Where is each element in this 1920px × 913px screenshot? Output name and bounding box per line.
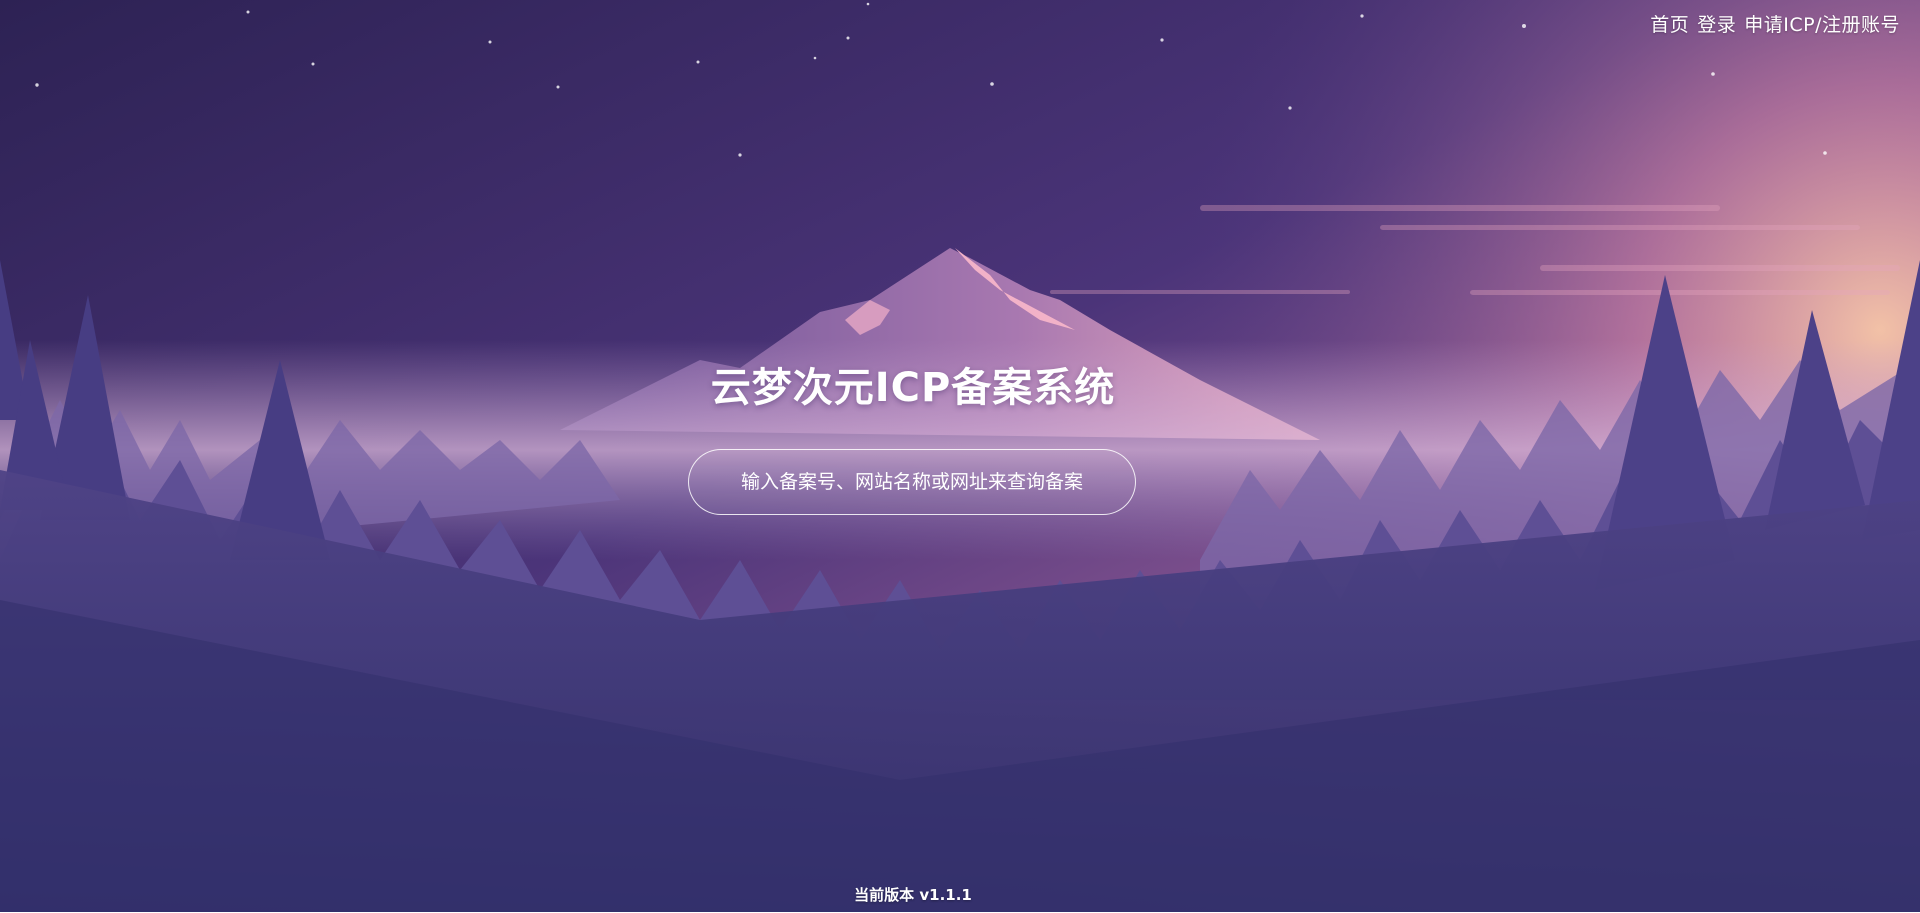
search-box[interactable] xyxy=(688,449,1136,515)
top-nav: 首页 登录 申请ICP/注册账号 xyxy=(1650,10,1900,37)
search-input[interactable] xyxy=(705,461,1119,503)
nav-register-link[interactable]: 申请ICP/注册账号 xyxy=(1744,10,1900,37)
nav-home-link[interactable]: 首页 xyxy=(1650,10,1689,37)
page: 首页 登录 申请ICP/注册账号 云梦次元ICP备案系统 当前版本 v1.1.1 xyxy=(0,0,1920,913)
page-title: 云梦次元ICP备案系统 xyxy=(710,365,1116,411)
hero: 云梦次元ICP备案系统 xyxy=(0,355,1826,413)
version-label: 当前版本 v1.1.1 xyxy=(854,886,972,904)
nav-login-link[interactable]: 登录 xyxy=(1697,10,1736,37)
